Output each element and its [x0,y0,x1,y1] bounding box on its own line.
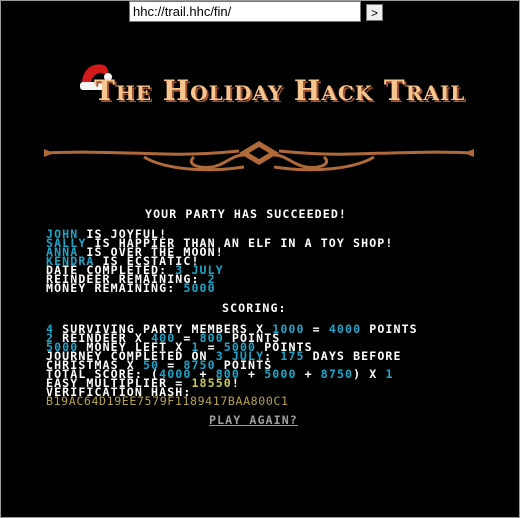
url-input[interactable]: hhc://trail.hhc/fin/ [129,1,361,22]
go-button[interactable]: > [366,4,383,21]
success-headline: YOUR PARTY HAS SUCCEEDED! [145,207,348,221]
ornamental-divider [44,141,474,172]
game-title: The Holiday Hack Trail [94,74,466,107]
play-again-link[interactable]: PLAY AGAIN? [209,414,298,426]
scoring-heading: SCORING: [222,301,287,315]
money-remaining: MONEY REMAINING: 5000 [46,281,216,295]
verification-hash-value: B19AC64D19EE7579F1189417BAA800C1 [46,394,289,408]
